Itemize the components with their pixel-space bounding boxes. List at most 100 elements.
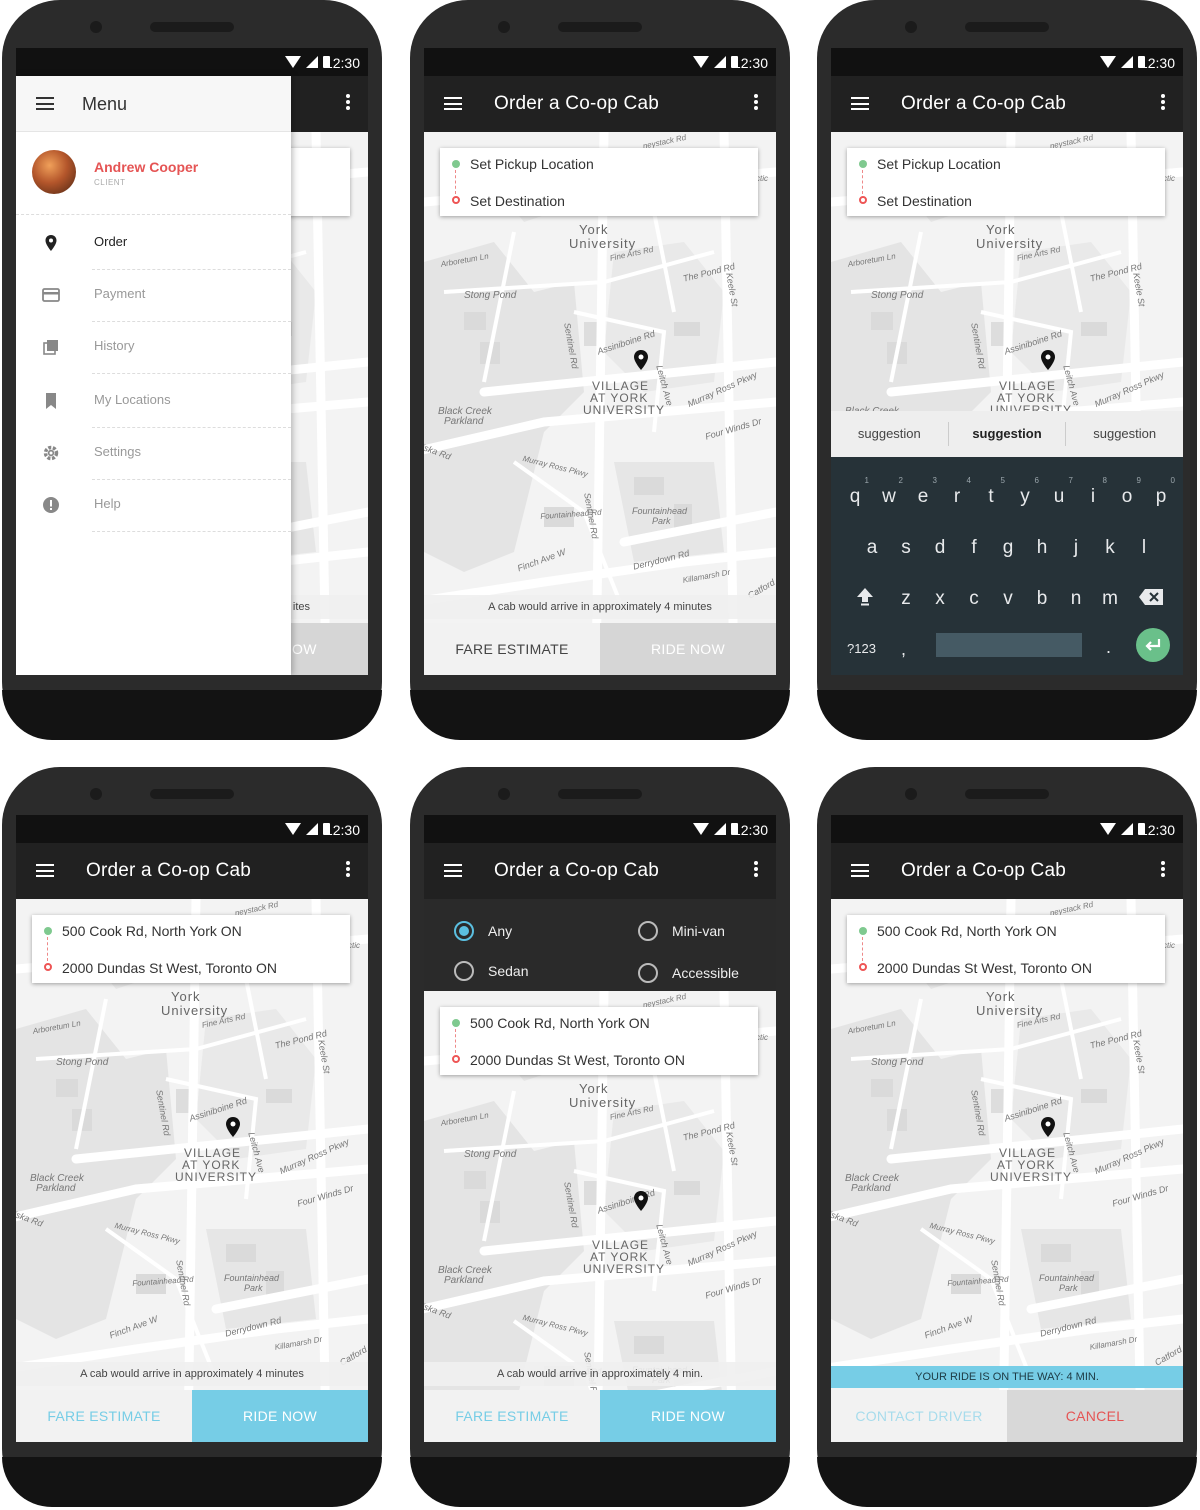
keyboard-key[interactable]: d xyxy=(925,528,955,568)
location-pin-icon[interactable] xyxy=(1041,1117,1055,1137)
menu-item-history[interactable]: History xyxy=(16,322,291,374)
pickup-field[interactable]: 500 Cook Rd, North York ON xyxy=(470,1015,650,1031)
screen: 12:30 Order a Co-op Cab York University … xyxy=(424,48,776,675)
map-label: Parkland xyxy=(36,1183,76,1194)
keyboard-key[interactable]: w2 xyxy=(874,476,904,517)
menu-item-payment[interactable]: Payment xyxy=(16,270,291,322)
pickup-field[interactable]: 500 Cook Rd, North York ON xyxy=(62,923,242,939)
keyboard-key[interactable]: q1 xyxy=(840,476,870,517)
overflow-menu-icon[interactable] xyxy=(754,861,758,877)
menu-item-my-locations[interactable]: My Locations xyxy=(16,376,291,428)
pickup-field[interactable]: 500 Cook Rd, North York ON xyxy=(877,923,1057,939)
backspace-icon[interactable] xyxy=(1138,588,1164,606)
keyboard-key[interactable]: i8 xyxy=(1078,476,1108,517)
spacebar[interactable] xyxy=(936,633,1082,657)
pickup-field[interactable]: Set Pickup Location xyxy=(877,156,1001,172)
overflow-menu-icon[interactable] xyxy=(754,94,758,110)
ride-now-button[interactable]: RIDE NOW xyxy=(192,1390,368,1442)
symbols-key[interactable]: ?123 xyxy=(847,641,876,656)
keyboard-key[interactable]: v xyxy=(993,579,1023,619)
option-label: Mini-van xyxy=(672,923,725,939)
fare-estimate-button[interactable]: FARE ESTIMATE xyxy=(424,1390,600,1442)
map[interactable]: York University Arboretum Ln Fine Arts Rd Th… xyxy=(16,899,368,1442)
destination-field[interactable]: 2000 Dundas St West, Toronto ON xyxy=(62,960,277,976)
route-card[interactable]: Set Pickup Location Set Destination xyxy=(847,148,1165,216)
hamburger-icon[interactable] xyxy=(36,97,54,110)
hamburger-icon[interactable] xyxy=(851,97,869,110)
suggestion-item[interactable]: suggestion xyxy=(1066,411,1183,457)
destination-field[interactable]: Set Destination xyxy=(470,193,565,209)
menu-item-help[interactable]: Help xyxy=(16,480,291,532)
map[interactable]: York University Arboretum Ln Fine Arts Rd Th… xyxy=(831,899,1183,1442)
keyboard-key[interactable]: p0 xyxy=(1146,476,1176,517)
radio-any[interactable] xyxy=(454,921,474,941)
destination-field[interactable]: Set Destination xyxy=(877,193,972,209)
shift-icon[interactable] xyxy=(855,586,875,606)
keyboard-key[interactable]: b xyxy=(1027,579,1057,619)
enter-key[interactable] xyxy=(1136,628,1170,662)
menu-item-order[interactable]: Order xyxy=(16,218,291,270)
radio-sedan[interactable] xyxy=(454,961,474,981)
hamburger-icon[interactable] xyxy=(851,864,869,877)
pickup-field[interactable]: Set Pickup Location xyxy=(470,156,594,172)
period-key[interactable]: . xyxy=(1106,637,1111,658)
keyboard-key[interactable]: g xyxy=(993,528,1023,568)
overflow-menu-icon[interactable] xyxy=(346,94,350,110)
menu-item-settings[interactable]: Settings xyxy=(16,428,291,480)
keyboard-key[interactable]: l xyxy=(1129,528,1159,568)
keyboard-key[interactable]: e3 xyxy=(908,476,938,517)
cancel-button[interactable]: CANCEL xyxy=(1007,1390,1183,1442)
hamburger-icon[interactable] xyxy=(444,864,462,877)
destination-field[interactable]: 2000 Dundas St West, Toronto ON xyxy=(877,960,1092,976)
hamburger-icon[interactable] xyxy=(36,864,54,877)
keyboard-key[interactable]: o9 xyxy=(1112,476,1142,517)
overflow-menu-icon[interactable] xyxy=(1161,861,1165,877)
location-pin-icon[interactable] xyxy=(1041,350,1055,370)
destination-field[interactable]: 2000 Dundas St West, Toronto ON xyxy=(470,1052,685,1068)
eta-text: ites xyxy=(292,601,310,613)
signal-icon xyxy=(1121,823,1133,835)
avatar[interactable] xyxy=(32,150,76,194)
location-pin-icon[interactable] xyxy=(226,1117,240,1137)
suggestion-item[interactable]: suggestion xyxy=(831,411,948,457)
keyboard-key[interactable]: u7 xyxy=(1044,476,1074,517)
keyboard-key[interactable]: y6 xyxy=(1010,476,1040,517)
map-label: UNIVERSITY xyxy=(175,1170,258,1184)
keyboard-key[interactable]: f xyxy=(959,528,989,568)
fare-estimate-button[interactable]: FARE ESTIMATE xyxy=(424,623,600,675)
keyboard-key[interactable]: x xyxy=(925,579,955,619)
contact-driver-button[interactable]: CONTACT DRIVER xyxy=(831,1390,1007,1442)
menu-label: Order xyxy=(94,234,128,249)
keyboard-key[interactable]: k xyxy=(1095,528,1125,568)
comma-key[interactable]: , xyxy=(901,639,906,660)
route-card[interactable]: 500 Cook Rd, North York ON 2000 Dundas S… xyxy=(440,1007,758,1075)
location-pin-icon[interactable] xyxy=(634,1191,648,1211)
suggestion-item[interactable]: suggestion xyxy=(949,411,1066,457)
keyboard-key[interactable]: s xyxy=(891,528,921,568)
route-card[interactable]: 500 Cook Rd, North York ON 2000 Dundas S… xyxy=(847,915,1165,983)
keyboard-key[interactable]: z xyxy=(891,579,921,619)
location-pin-icon[interactable] xyxy=(634,350,648,370)
destination-dot-icon xyxy=(452,1055,460,1063)
keyboard-key[interactable]: n xyxy=(1061,579,1091,619)
keyboard-key[interactable]: j xyxy=(1061,528,1091,568)
overflow-menu-icon[interactable] xyxy=(1161,94,1165,110)
radio-mini-van[interactable] xyxy=(638,921,658,941)
keyboard-key[interactable]: h xyxy=(1027,528,1057,568)
fare-estimate-button[interactable]: FARE ESTIMATE xyxy=(16,1390,192,1442)
hamburger-icon[interactable] xyxy=(444,97,462,110)
route-card[interactable]: Set Pickup Location Set Destination xyxy=(440,148,758,216)
keyboard-key[interactable]: a xyxy=(857,528,887,568)
keyboard-key[interactable]: m xyxy=(1095,579,1125,619)
keyboard-key[interactable]: t5 xyxy=(976,476,1006,517)
destination-dot-icon xyxy=(859,196,867,204)
map[interactable]: York University Arboretum Ln Fine Arts Rd Th… xyxy=(424,132,776,675)
ride-now-button[interactable]: RIDE NOW xyxy=(600,1390,776,1442)
ride-now-button[interactable]: RIDE NOW xyxy=(600,623,776,675)
radio-accessible[interactable] xyxy=(638,963,658,983)
overflow-menu-icon[interactable] xyxy=(346,861,350,877)
route-card[interactable]: 500 Cook Rd, North York ON 2000 Dundas S… xyxy=(32,915,350,983)
keyboard-key[interactable]: r4 xyxy=(942,476,972,517)
keyboard-key[interactable]: c xyxy=(959,579,989,619)
menu-label: Payment xyxy=(94,286,146,301)
